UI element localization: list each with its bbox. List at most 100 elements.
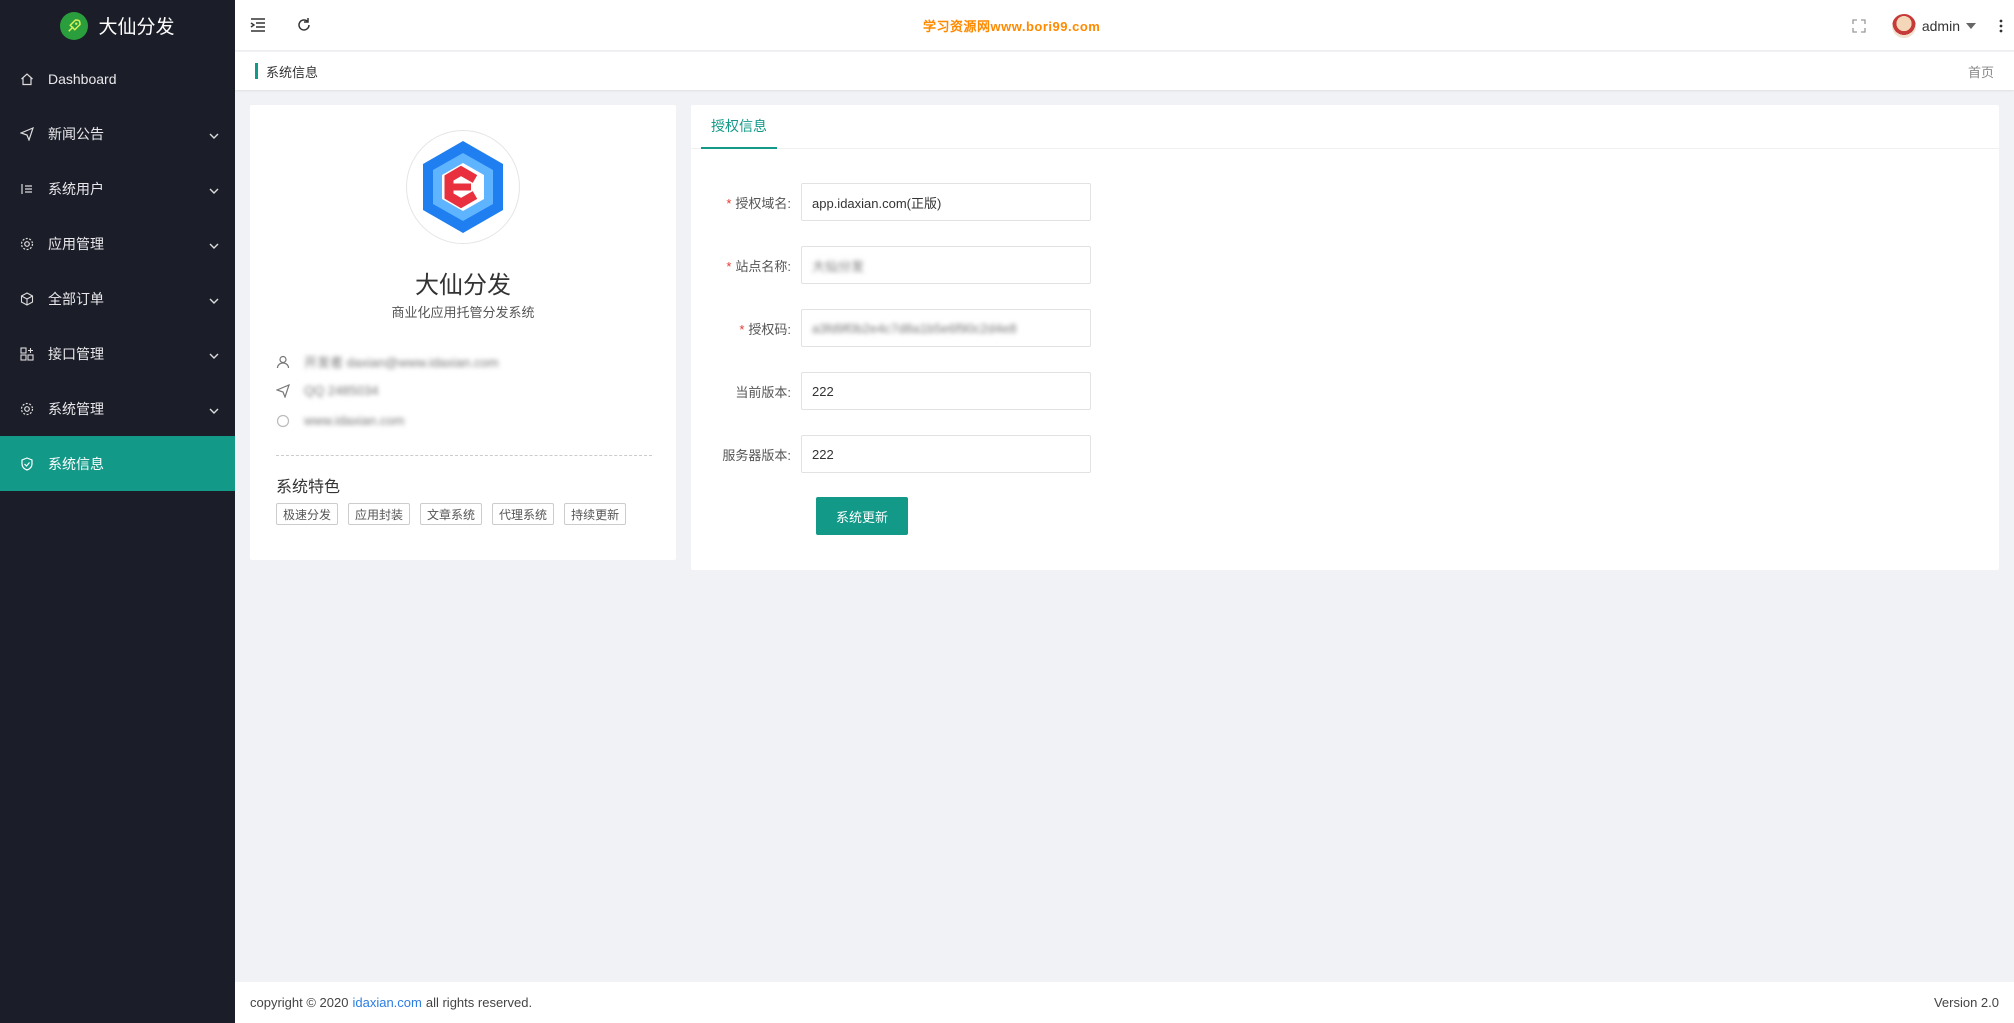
app-logo[interactable]: 大仙分发 [0, 0, 235, 51]
field-label-text: 当前版本: [735, 384, 791, 400]
system-update-button[interactable]: 系统更新 [816, 497, 908, 535]
field-label: * 授权域名: [691, 193, 801, 212]
required-mark: * [726, 258, 732, 274]
footer-link[interactable]: idaxian.com [352, 995, 421, 1010]
site-row: www.idaxian.com [276, 413, 404, 428]
qq-row: QQ 2485034 [276, 383, 378, 398]
sidebar-item-4[interactable]: 全部订单 [0, 271, 235, 326]
more-vertical-icon [1999, 19, 2003, 32]
send-icon [20, 126, 34, 141]
required-mark: * [726, 195, 732, 211]
user-menu[interactable]: admin [1882, 0, 1988, 51]
app-name: 大仙分发 [98, 17, 175, 38]
user-icon [276, 355, 290, 368]
gear-icon [20, 237, 34, 251]
refresh-button[interactable] [281, 0, 327, 51]
breadcrumb-marker [255, 63, 258, 79]
copyright-suffix: all rights reserved. [425, 995, 533, 1010]
api-icon [20, 346, 34, 361]
features-title: 系统特色 [276, 479, 341, 496]
field-input[interactable]: 222 [801, 372, 1091, 410]
brand-subtitle: 商业化应用托管分发系统 [391, 305, 535, 320]
owner-row: 开发者 daxian@www.idaxian.com [276, 352, 499, 371]
chevron-down-icon [209, 291, 219, 307]
owner-text: 开发者 daxian@www.idaxian.com [304, 355, 499, 370]
field-value: 222 [812, 446, 834, 462]
site-banner[interactable]: 学习资源网www.bori99.com [923, 16, 1100, 35]
sidebar-item-label: 应用管理 [48, 235, 104, 252]
fullscreen-button[interactable] [1836, 0, 1882, 51]
form-row: * 授权码: a3fd9f0b2e4c7d8a1b5e6f90c2d4e8 [691, 309, 1091, 347]
breadcrumb: 系统信息 首页 [235, 52, 2014, 90]
field-label: 当前版本: [691, 382, 801, 401]
field-label-text: 站点名称: [735, 258, 791, 274]
field-value: app.idaxian.com(正版) [812, 195, 942, 211]
field-label-text: 授权码: [748, 321, 791, 337]
sidebar-item-5[interactable]: 接口管理 [0, 326, 235, 381]
chevron-down-icon [209, 401, 219, 417]
box-icon [20, 291, 34, 306]
footer: copyright © 2020 idaxian.com all rights … [235, 982, 2014, 1023]
sidebar: 大仙分发 Dashboard 新闻公告系统用户应用管理全部订单接口管理系统管理系统… [0, 0, 235, 1023]
sidebar-item-label: 接口管理 [48, 345, 104, 362]
shield-check-icon [20, 456, 34, 471]
brand-logo [406, 130, 520, 244]
sidebar-item-label: 系统用户 [48, 180, 104, 197]
field-value: 大仙分发 [812, 258, 865, 274]
menu-toggle-button[interactable] [235, 0, 281, 51]
field-label: * 站点名称: [691, 256, 801, 275]
qq-text: QQ 2485034 [304, 383, 379, 398]
users-icon [20, 182, 34, 196]
refresh-icon [298, 18, 310, 31]
feature-tag: 极速分发 [276, 503, 339, 525]
indent-icon [250, 18, 265, 32]
form-row: 当前版本: 222 [691, 372, 1091, 410]
sidebar-nav: Dashboard 新闻公告系统用户应用管理全部订单接口管理系统管理系统信息 [0, 51, 235, 491]
sidebar-item-7[interactable]: 系统信息 [0, 436, 235, 491]
settings-icon [20, 402, 34, 416]
field-label-text: 授权域名: [735, 195, 791, 211]
divider [276, 455, 652, 456]
home-icon [20, 72, 34, 86]
top-header: 学习资源网www.bori99.com admin [235, 0, 2014, 51]
form-row: * 站点名称: 大仙分发 [691, 246, 1091, 284]
field-label: * 授权码: [691, 319, 801, 338]
sidebar-item-label: Dashboard [48, 70, 117, 87]
tab-license-info[interactable]: 授权信息 [701, 105, 777, 149]
chevron-down-icon [209, 126, 219, 142]
more-button[interactable] [1988, 0, 2014, 51]
feature-tag: 文章系统 [420, 503, 483, 525]
sidebar-item-label: 全部订单 [48, 290, 104, 307]
field-input[interactable]: app.idaxian.com(正版) [801, 183, 1091, 221]
rocket-icon [60, 11, 89, 40]
form-row: * 授权域名: app.idaxian.com(正版) [691, 183, 1091, 221]
field-value: 222 [812, 383, 834, 399]
feature-tag: 持续更新 [564, 503, 627, 525]
fullscreen-icon [1852, 18, 1866, 33]
field-input[interactable]: 222 [801, 435, 1091, 473]
profile-card: 大仙分发 商业化应用托管分发系统 开发者 daxian@www.idaxian.… [250, 105, 676, 560]
globe-icon [276, 414, 290, 427]
feature-tag: 代理系统 [492, 503, 555, 525]
copyright-prefix: copyright © 2020 [250, 995, 349, 1010]
sidebar-item-2[interactable]: 系统用户 [0, 161, 235, 216]
sidebar-item-label: 系统信息 [48, 455, 104, 472]
field-input[interactable]: a3fd9f0b2e4c7d8a1b5e6f90c2d4e8 [801, 309, 1091, 347]
sidebar-item-1[interactable]: 新闻公告 [0, 106, 235, 161]
hexagon-e-logo-icon [423, 141, 503, 233]
version-text: Version 2.0 [1933, 995, 1999, 1010]
sidebar-item-6[interactable]: 系统管理 [0, 381, 235, 436]
caret-down-icon [1966, 22, 1976, 29]
home-link[interactable]: 首页 [1968, 62, 1994, 81]
sidebar-item-3[interactable]: 应用管理 [0, 216, 235, 271]
sidebar-item-label: 新闻公告 [48, 125, 104, 142]
feature-tag: 应用封装 [348, 503, 411, 525]
field-input[interactable]: 大仙分发 [801, 246, 1091, 284]
form-row: 服务器版本: 222 [691, 435, 1091, 473]
username: admin [1921, 17, 1960, 34]
sidebar-item-label: 系统管理 [48, 400, 104, 417]
page-title[interactable]: 系统信息 [266, 62, 1968, 81]
brand-name: 大仙分发 [415, 272, 511, 299]
sidebar-item-0[interactable]: Dashboard [0, 51, 235, 106]
required-mark: * [739, 321, 745, 337]
